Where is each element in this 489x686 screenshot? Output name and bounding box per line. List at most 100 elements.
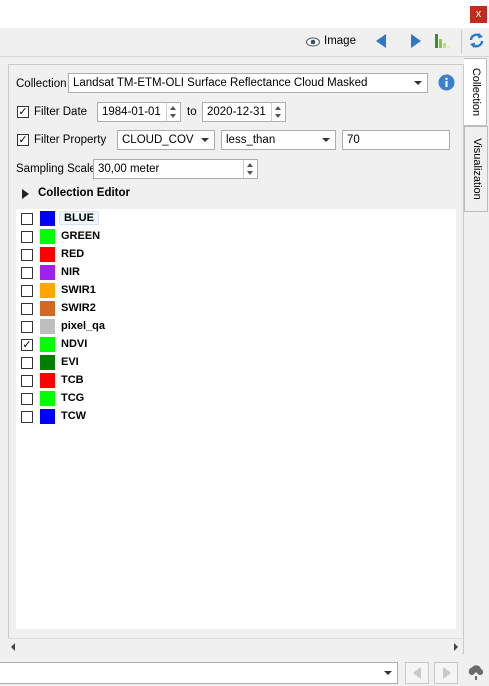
tab-visualization[interactable]: Visualization xyxy=(464,126,488,212)
spinner-icon[interactable] xyxy=(271,103,285,121)
property-value: CLOUD_COVER xyxy=(122,134,194,146)
band-name: pixel_qa xyxy=(61,320,106,332)
band-name: GREEN xyxy=(61,230,101,242)
list-item[interactable]: SWIR1 xyxy=(16,282,446,300)
property-value-text: 70 xyxy=(347,134,360,146)
list-item[interactable]: ✓ NDVI xyxy=(16,336,446,354)
eye-icon xyxy=(306,37,320,47)
collection-value: Landsat TM-ETM-OLI Surface Reflectance C… xyxy=(73,77,368,89)
list-item[interactable]: EVI xyxy=(16,354,446,372)
band-checkbox[interactable] xyxy=(21,231,33,243)
list-item[interactable]: TCG xyxy=(16,390,446,408)
band-name: TCW xyxy=(61,410,87,422)
band-name: NDVI xyxy=(61,338,88,350)
band-checkbox[interactable] xyxy=(21,411,33,423)
chevron-down-icon xyxy=(201,138,209,142)
scroll-right-icon[interactable] xyxy=(454,643,458,651)
band-name: SWIR1 xyxy=(61,284,96,296)
list-item[interactable]: GREEN xyxy=(16,228,446,246)
collection-editor-toggle[interactable]: Collection Editor xyxy=(20,186,220,202)
band-checkbox[interactable] xyxy=(21,393,33,405)
color-swatch[interactable] xyxy=(40,211,55,226)
band-name: BLUE xyxy=(59,211,99,225)
close-button[interactable]: x xyxy=(470,6,487,23)
to-label: to xyxy=(187,106,197,118)
band-name: TCG xyxy=(61,392,85,404)
band-name: EVI xyxy=(61,356,79,368)
list-item[interactable]: BLUE xyxy=(16,210,446,228)
expand-arrow-icon xyxy=(22,189,29,199)
spinner-icon[interactable] xyxy=(243,160,257,178)
filter-date-checkbox[interactable]: ✓ xyxy=(17,106,29,118)
operator-value: less_than xyxy=(226,134,276,146)
sampling-scale-field[interactable]: 30,00 meter xyxy=(93,159,258,179)
list-item[interactable]: TCB xyxy=(16,372,446,390)
band-checkbox[interactable] xyxy=(21,213,33,225)
bottom-dropdown[interactable] xyxy=(0,662,398,684)
filter-date-label: Filter Date xyxy=(34,106,88,118)
end-date-field[interactable]: 2020-12-31 xyxy=(202,102,286,122)
band-checkbox[interactable] xyxy=(21,303,33,315)
chevron-down-icon xyxy=(322,138,330,142)
tab-visualization-label: Visualization xyxy=(471,138,483,200)
band-checkbox[interactable] xyxy=(21,249,33,261)
band-list: BLUE GREEN RED NIR SWIR1 SWIR2 pixel_qa … xyxy=(16,209,456,629)
toolbar-separator xyxy=(461,30,462,54)
band-name: NIR xyxy=(61,266,80,278)
histogram-icon[interactable] xyxy=(434,31,452,49)
collection-editor-label: Collection Editor xyxy=(38,187,130,199)
band-checkbox[interactable] xyxy=(21,267,33,279)
band-checkbox[interactable] xyxy=(21,321,33,333)
list-item[interactable]: NIR xyxy=(16,264,446,282)
band-name: RED xyxy=(61,248,85,260)
band-checkbox[interactable] xyxy=(21,285,33,297)
band-checkbox[interactable] xyxy=(21,357,33,369)
filter-property-checkbox[interactable]: ✓ xyxy=(17,134,29,146)
chevron-down-icon xyxy=(384,671,392,675)
property-dropdown[interactable]: CLOUD_COVER xyxy=(117,130,215,150)
property-value-field[interactable]: 70 xyxy=(342,130,450,150)
cloud-upload-icon[interactable] xyxy=(466,664,486,682)
start-date-field[interactable]: 1984-01-01 xyxy=(97,102,181,122)
list-item[interactable]: pixel_qa xyxy=(16,318,446,336)
bottom-previous-button[interactable] xyxy=(405,662,429,684)
spinner-icon[interactable] xyxy=(166,103,180,121)
color-swatch[interactable] xyxy=(40,301,55,316)
band-name: TCB xyxy=(61,374,84,386)
info-icon[interactable] xyxy=(438,74,455,91)
color-swatch[interactable] xyxy=(40,229,55,244)
start-date-value: 1984-01-01 xyxy=(102,106,161,118)
image-button-label: Image xyxy=(324,35,356,47)
color-swatch[interactable] xyxy=(40,409,55,424)
filter-property-label: Filter Property xyxy=(34,134,107,146)
previous-icon[interactable] xyxy=(374,33,388,49)
list-item[interactable]: TCW xyxy=(16,408,446,426)
band-checkbox[interactable]: ✓ xyxy=(21,339,33,351)
color-swatch[interactable] xyxy=(40,373,55,388)
color-swatch[interactable] xyxy=(40,247,55,262)
title-bar xyxy=(0,0,489,28)
horizontal-scrollbar[interactable] xyxy=(8,638,462,654)
end-date-value: 2020-12-31 xyxy=(207,106,266,118)
operator-dropdown[interactable]: less_than xyxy=(221,130,336,150)
tab-collection[interactable]: Collection xyxy=(464,58,487,126)
color-swatch[interactable] xyxy=(40,337,55,352)
color-swatch[interactable] xyxy=(40,355,55,370)
list-item[interactable]: SWIR2 xyxy=(16,300,446,318)
collection-label: Collection xyxy=(16,78,67,90)
scroll-left-icon[interactable] xyxy=(11,643,15,651)
previous-icon xyxy=(413,667,421,679)
collection-dropdown[interactable]: Landsat TM-ETM-OLI Surface Reflectance C… xyxy=(68,73,428,93)
chevron-down-icon xyxy=(414,81,422,85)
color-swatch[interactable] xyxy=(40,283,55,298)
color-swatch[interactable] xyxy=(40,319,55,334)
bottom-next-button[interactable] xyxy=(434,662,458,684)
next-icon[interactable] xyxy=(409,33,423,49)
sampling-scale-value: 30,00 meter xyxy=(98,163,160,175)
list-item[interactable]: RED xyxy=(16,246,446,264)
band-checkbox[interactable] xyxy=(21,375,33,387)
band-name: SWIR2 xyxy=(61,302,96,314)
sampling-scale-label: Sampling Scale xyxy=(16,163,96,175)
color-swatch[interactable] xyxy=(40,391,55,406)
color-swatch[interactable] xyxy=(40,265,55,280)
